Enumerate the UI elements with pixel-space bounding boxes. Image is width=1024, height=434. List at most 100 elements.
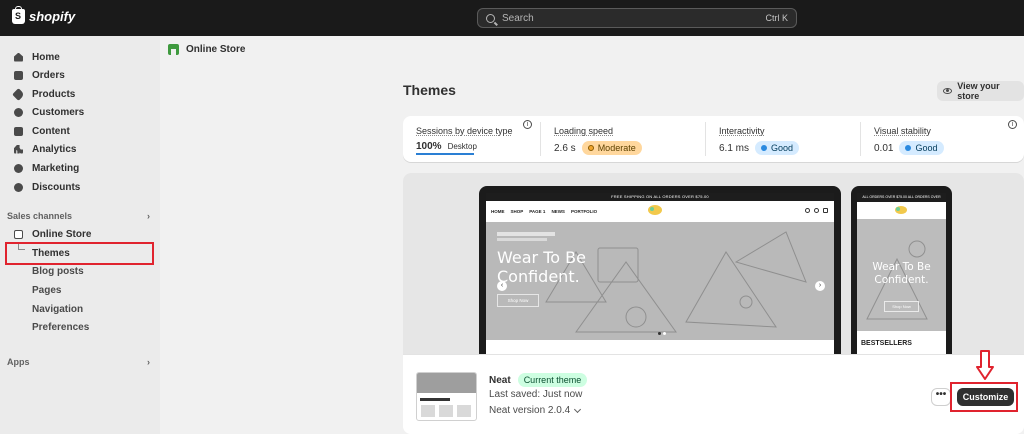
chevron-right-icon: › — [147, 357, 150, 367]
apps-label: Apps — [7, 357, 30, 367]
site-nav-link: NEWS — [551, 208, 565, 214]
view-store-label: View your store — [957, 81, 1000, 101]
sidebar-item-label: Analytics — [32, 143, 77, 155]
breadcrumb-label: Online Store — [186, 44, 246, 55]
divider — [540, 122, 541, 156]
shopify-logo[interactable]: S shopify — [12, 6, 76, 24]
mobile-nav — [857, 202, 946, 219]
sidebar-item-discounts[interactable]: Discounts — [14, 179, 80, 195]
sidebar-item-products[interactable]: Products — [12, 86, 76, 102]
metric-label: Visual stability — [874, 126, 931, 136]
metric-interactivity[interactable]: Interactivity 6.1 ms Good — [719, 116, 859, 162]
site-nav-link: PAGE 1 — [529, 208, 546, 214]
hero-caption-bar — [497, 238, 547, 241]
hero-caption-bar — [497, 232, 555, 236]
customize-highlight-box — [950, 382, 1018, 412]
mobile-promo-bar: ALL ORDERS OVER $75.00 ALL ORDERS OVER — [857, 193, 946, 202]
site-cart-icon — [823, 208, 828, 213]
mobile-logo-icon — [895, 206, 907, 214]
theme-thumbnail — [416, 372, 477, 421]
metric-value-row: 0.01 Good — [874, 141, 944, 155]
hero-line: Wear To Be — [872, 261, 931, 273]
breadcrumb[interactable]: Online Store — [168, 44, 245, 55]
apps-header[interactable]: Apps › — [7, 357, 150, 367]
sidebar-subitem-blog-posts[interactable]: Blog posts — [32, 266, 84, 277]
status-badge-moderate: Moderate — [581, 141, 642, 155]
metrics-card: Sessions by device type 100% Desktop i L… — [403, 116, 1024, 162]
chevron-down-icon — [574, 405, 582, 413]
sidebar-item-label: Discounts — [32, 181, 81, 193]
metric-value: 100% — [416, 141, 442, 152]
sidebar-item-label: Content — [32, 125, 70, 137]
sidebar-subitem-pages[interactable]: Pages — [32, 285, 61, 296]
sidebar-item-label: Products — [32, 88, 76, 100]
theme-preview[interactable]: FREE SHIPPING ON ALL ORDERS OVER $75.00 … — [403, 173, 1024, 358]
theme-name: Neat — [489, 374, 511, 386]
top-bar: S shopify Search Ctrl K — [0, 0, 1024, 36]
thumb-product — [457, 405, 471, 417]
status-badge-good: Good — [899, 141, 944, 155]
analytics-icon — [14, 144, 23, 154]
home-icon — [14, 52, 23, 62]
badge-label: Good — [915, 143, 938, 153]
search-icon — [486, 13, 495, 23]
sales-channels-header[interactable]: Sales channels › — [7, 211, 150, 221]
hero-line: Confident. — [874, 274, 929, 286]
desktop-screen: FREE SHIPPING ON ALL ORDERS OVER $75.00 … — [486, 193, 834, 358]
view-store-button[interactable]: View your store — [937, 81, 1024, 101]
sidebar-item-home[interactable]: Home — [14, 49, 60, 65]
content-icon — [14, 126, 23, 136]
sidebar-subitem-navigation[interactable]: Navigation — [32, 304, 83, 315]
metric-visual-stability[interactable]: Visual stability 0.01 Good i — [874, 116, 1024, 162]
site-logo-icon — [648, 205, 662, 215]
hero-banner: Wear To Be Confident. Shop Now ‹ › — [486, 222, 834, 340]
sidebar-item-label: Home — [32, 51, 60, 63]
sidebar-item-orders[interactable]: Orders — [14, 67, 65, 83]
chevron-right-icon: › — [147, 211, 150, 221]
sidebar-item-customers[interactable]: Customers — [14, 104, 84, 120]
sidebar-subitem-preferences[interactable]: Preferences — [32, 322, 89, 333]
chevron-right-icon: › — [815, 281, 825, 291]
logo-text: shopify — [29, 9, 76, 24]
search-placeholder: Search — [502, 12, 534, 24]
metric-sessions[interactable]: Sessions by device type 100% Desktop i — [416, 116, 536, 162]
promo-bar: FREE SHIPPING ON ALL ORDERS OVER $75.00 — [486, 193, 834, 201]
sidebar-item-content[interactable]: Content — [14, 123, 70, 139]
site-nav: HOME SHOP PAGE 1 NEWS PORTFOLIO — [486, 201, 834, 221]
last-saved-text: Last saved: Just now — [489, 389, 583, 400]
status-dot-icon — [905, 145, 912, 151]
mobile-hero: Wear To Be Confident. Shop Now — [857, 219, 946, 331]
more-actions-button[interactable]: ••• — [931, 388, 951, 406]
person-icon — [14, 107, 23, 117]
metric-sub: Desktop — [447, 142, 477, 151]
site-account-icon — [814, 208, 819, 213]
metric-value-row: 6.1 ms Good — [719, 141, 800, 155]
theme-version-dropdown[interactable]: Neat version 2.0.4 — [489, 405, 582, 416]
sidebar-item-online-store[interactable]: Online Store — [14, 226, 91, 242]
info-icon[interactable]: i — [523, 120, 532, 129]
info-icon[interactable]: i — [1008, 120, 1017, 129]
current-theme-badge: Current theme — [517, 373, 588, 387]
metric-loading-speed[interactable]: Loading speed 2.6 s Moderate — [554, 116, 704, 162]
discount-icon — [14, 182, 23, 192]
mobile-bestsellers: BESTSELLERS — [861, 340, 912, 347]
metric-value-row: 100% Desktop — [416, 141, 477, 152]
orders-icon — [14, 70, 23, 80]
tag-icon — [12, 87, 25, 101]
sidebar-item-marketing[interactable]: Marketing — [14, 160, 79, 176]
divider — [705, 122, 706, 156]
shop-now-button: Shop Now — [497, 294, 539, 307]
sidebar-item-analytics[interactable]: Analytics — [14, 141, 76, 157]
metric-value: 2.6 s — [554, 142, 576, 154]
online-store-icon — [168, 44, 179, 55]
site-nav-link: SHOP — [510, 208, 524, 214]
mobile-preview: ALL ORDERS OVER $75.00 ALL ORDERS OVER W… — [851, 186, 952, 358]
device-bar — [416, 153, 474, 155]
thumb-hero — [417, 373, 476, 393]
site-nav-link: HOME — [491, 208, 505, 214]
sidebar-item-label: Marketing — [32, 162, 80, 174]
search-bar[interactable]: Search Ctrl K — [477, 8, 797, 28]
theme-info-row: Neat Current theme Last saved: Just now … — [403, 354, 1024, 434]
thumb-product — [439, 405, 453, 417]
hero-headline: Wear To Be Confident. — [497, 248, 586, 286]
